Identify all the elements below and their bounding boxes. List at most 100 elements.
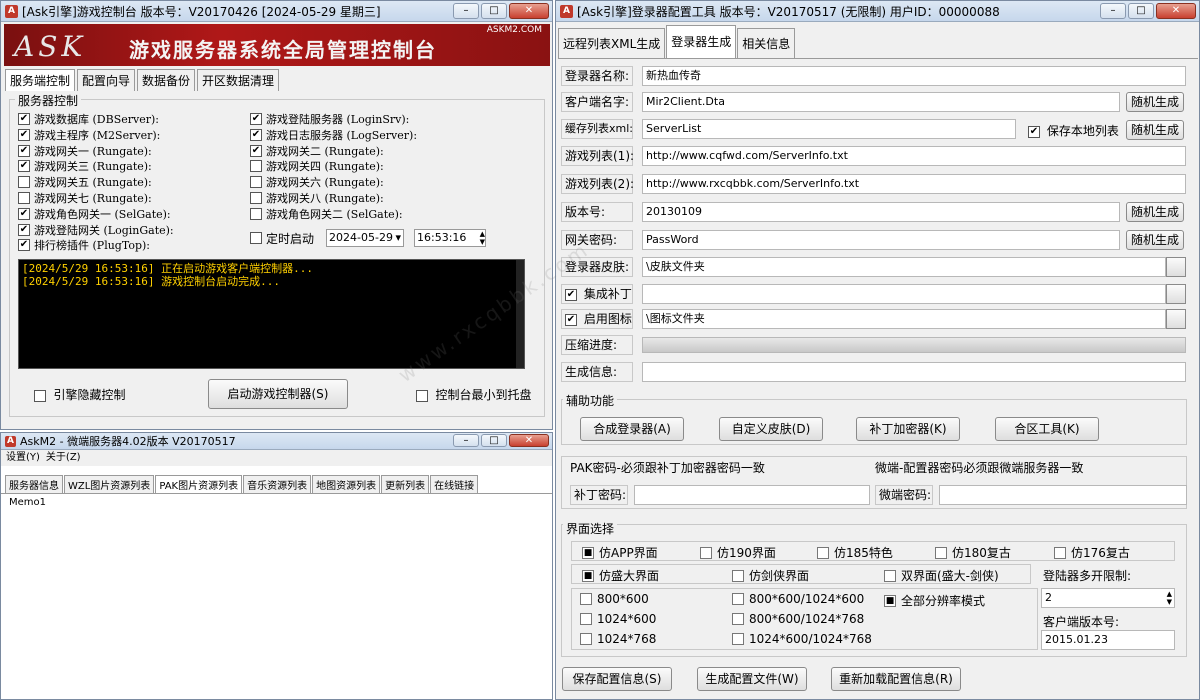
random-pwd-button[interactable]: 随机生成 (1126, 230, 1184, 250)
icon-checkbox[interactable]: ✔ (565, 313, 577, 326)
minimize-button[interactable]: – (453, 434, 479, 447)
ui-option[interactable]: 800*600/1024*600 (732, 592, 864, 606)
tab-data-cleanup[interactable]: 开区数据清理 (197, 69, 280, 91)
random-cache-button[interactable]: 随机生成 (1126, 120, 1184, 140)
ui-option-radio[interactable] (1054, 546, 1066, 559)
patch-encrypt-button[interactable]: 补丁加密器(K) (856, 417, 960, 441)
ui-option[interactable]: 800*600 (580, 592, 649, 606)
server-checkbox[interactable]: ✔ (18, 128, 30, 141)
browse-patch-button[interactable] (1166, 284, 1186, 304)
save-local-checkbox[interactable]: ✔ (1028, 125, 1040, 138)
browse-icon-button[interactable] (1166, 309, 1186, 329)
spinner-icon[interactable]: ▲ ▼ (480, 230, 485, 246)
m2-tab[interactable]: 服务器信息 (5, 475, 63, 493)
maximize-button[interactable]: □ (1128, 3, 1154, 19)
ui-option[interactable]: 1024*600 (580, 612, 656, 626)
multi-field[interactable]: 2 ▲ ▼ (1041, 588, 1175, 608)
timer-checkbox[interactable] (250, 232, 262, 244)
server-checkbox[interactable]: ✔ (250, 128, 262, 141)
ui-option-radio[interactable] (732, 613, 744, 625)
ui-option[interactable]: 800*600/1024*768 (732, 612, 864, 626)
log-scrollbar[interactable] (516, 260, 524, 368)
ui-option-radio[interactable]: ■ (582, 569, 594, 582)
ui-option[interactable]: 仿180复古 (935, 544, 1011, 561)
server-checkbox[interactable] (250, 207, 262, 220)
timer-date[interactable]: 2024-05-29 ▾ (326, 229, 405, 247)
ui-option[interactable]: 双界面(盛大-剑侠) (884, 567, 999, 584)
minimize-button[interactable]: – (453, 3, 479, 19)
start-controller-button[interactable]: 启动游戏控制器(S) (208, 379, 348, 409)
m2-tab[interactable]: 在线链接 (430, 475, 479, 493)
tab-remote-xml[interactable]: 远程列表XML生成 (558, 28, 666, 58)
ui-option[interactable]: 仿185特色 (817, 544, 893, 561)
server-checkbox[interactable]: ✔ (18, 207, 30, 220)
ui-option[interactable]: 1024*768 (580, 632, 656, 646)
minimize-button[interactable]: – (1100, 3, 1126, 19)
m2-tab[interactable]: 地图资源列表 (312, 475, 381, 493)
hide-engine-checkbox[interactable] (34, 390, 46, 402)
tab-generate[interactable]: 登录器生成 (666, 25, 737, 58)
maximize-button[interactable]: □ (481, 3, 507, 19)
close-button[interactable]: ✕ (1156, 3, 1196, 19)
timer-time[interactable]: 16:53:16 ▲ ▼ (414, 229, 487, 247)
tab-info[interactable]: 相关信息 (737, 28, 796, 58)
server-checkbox[interactable]: ✔ (18, 113, 30, 125)
chevron-down-icon[interactable]: ▾ (395, 230, 403, 246)
custom-skin-button[interactable]: 自定义皮肤(D) (719, 417, 823, 441)
ui-option-radio[interactable] (580, 633, 592, 645)
close-button[interactable]: ✕ (509, 434, 549, 447)
m2-tab[interactable]: 更新列表 (381, 475, 430, 493)
ui-option-radio[interactable] (580, 593, 592, 605)
tab-data-backup[interactable]: 数据备份 (137, 69, 196, 91)
client-field[interactable]: Mir2Client.Dta (642, 92, 1120, 112)
ui-option-radio[interactable] (732, 569, 744, 582)
micro-pwd-field[interactable] (939, 485, 1187, 505)
m2-tab[interactable]: WZL图片资源列表 (64, 475, 155, 493)
icon-field[interactable]: \图标文件夹 (642, 309, 1166, 329)
server-checkbox[interactable]: ✔ (18, 223, 30, 236)
browse-skin-button[interactable] (1166, 257, 1186, 277)
cache-field[interactable]: ServerList (642, 119, 1016, 139)
ui-option[interactable]: 1024*600/1024*768 (732, 632, 872, 646)
close-button[interactable]: ✕ (509, 3, 549, 19)
memo-box[interactable]: Memo1 (1, 494, 552, 511)
client-ver-field[interactable]: 2015.01.23 (1041, 630, 1175, 650)
server-checkbox[interactable] (18, 176, 30, 189)
tab-config-wizard[interactable]: 配置向导 (77, 69, 136, 91)
ui-option-radio[interactable] (732, 633, 744, 645)
server-checkbox[interactable]: ✔ (18, 239, 30, 252)
m2-tab[interactable]: 音乐资源列表 (243, 475, 312, 493)
list2-field[interactable]: http://www.rxcqbbk.com/ServerInfo.txt (642, 174, 1186, 194)
version-field[interactable]: 20130109 (642, 202, 1120, 222)
server-checkbox[interactable] (18, 192, 30, 204)
spinner-icon[interactable]: ▲ ▼ (1167, 590, 1172, 606)
ui-option-radio[interactable] (732, 593, 744, 605)
ui-option-radio[interactable]: ■ (884, 594, 896, 607)
list1-field[interactable]: http://www.cqfwd.com/ServerInfo.txt (642, 146, 1186, 166)
m2-titlebar[interactable]: A AskM2 - 微端服务器4.02版本 V20170517 – □ ✕ (1, 433, 552, 450)
generate-config-button[interactable]: 生成配置文件(W) (697, 667, 807, 691)
merge-zone-button[interactable]: 合区工具(K) (995, 417, 1099, 441)
server-checkbox[interactable]: ✔ (18, 160, 30, 173)
ui-option[interactable]: 仿176复古 (1054, 544, 1130, 561)
ui-option[interactable]: 仿190界面 (700, 544, 776, 561)
server-checkbox[interactable] (250, 192, 262, 204)
save-config-button[interactable]: 保存配置信息(S) (562, 667, 672, 691)
reload-config-button[interactable]: 重新加载配置信息(R) (831, 667, 961, 691)
server-checkbox[interactable]: ✔ (250, 113, 262, 125)
ui-option[interactable]: ■ 仿APP界面 (582, 544, 658, 561)
ui-option-radio[interactable]: ■ (582, 546, 594, 559)
pwd-field[interactable]: PassWord (642, 230, 1120, 250)
server-checkbox[interactable] (250, 176, 262, 189)
min-tray-checkbox[interactable] (416, 390, 428, 402)
ui-option[interactable]: ■ 全部分辨率模式 (884, 592, 985, 609)
ui-option-radio[interactable] (700, 546, 712, 559)
ui-option-radio[interactable] (935, 546, 947, 559)
ui-option[interactable]: 仿剑侠界面 (732, 567, 809, 584)
ui-option-radio[interactable] (817, 546, 829, 559)
skin-field[interactable]: \皮肤文件夹 (642, 257, 1166, 277)
tab-server-control[interactable]: 服务端控制 (5, 69, 76, 91)
patch-checkbox[interactable]: ✔ (565, 288, 577, 301)
merge-launcher-button[interactable]: 合成登录器(A) (580, 417, 684, 441)
menu-about[interactable]: 关于(Z) (46, 450, 81, 466)
